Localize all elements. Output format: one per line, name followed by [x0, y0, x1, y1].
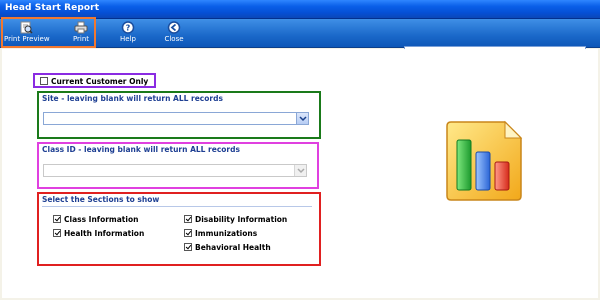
immunizations-checkbox[interactable]: Immunizations: [184, 229, 257, 238]
site-group: Site - leaving blank will return ALL rec…: [37, 91, 321, 139]
help-label: Help: [120, 35, 136, 43]
class-id-group-title: Class ID - leaving blank will return ALL…: [42, 145, 240, 154]
behavioral-health-label: Behavioral Health: [195, 243, 271, 252]
health-information-box[interactable]: [53, 229, 61, 237]
close-button[interactable]: Close: [158, 21, 190, 47]
disability-information-checkbox[interactable]: Disability Information: [184, 215, 287, 224]
help-icon: ?: [112, 21, 144, 34]
class-id-dropdown[interactable]: [43, 164, 307, 177]
svg-text:?: ?: [126, 24, 131, 33]
sections-divider: [42, 206, 312, 207]
site-dropdown[interactable]: [43, 112, 309, 125]
help-button[interactable]: ? Help: [112, 21, 144, 47]
disability-information-box[interactable]: [184, 215, 192, 223]
report-chart-icon: [441, 120, 525, 202]
close-label: Close: [164, 35, 184, 43]
behavioral-health-box[interactable]: [184, 243, 192, 251]
class-information-box[interactable]: [53, 215, 61, 223]
class-information-label: Class Information: [64, 215, 139, 224]
disability-information-label: Disability Information: [195, 215, 288, 224]
class-information-checkbox[interactable]: Class Information: [53, 215, 138, 224]
toolbar-highlight-frame: [1, 17, 96, 48]
sections-group: Select the Sections to show Class Inform…: [37, 192, 321, 266]
behavioral-health-checkbox[interactable]: Behavioral Health: [184, 243, 271, 252]
immunizations-label: Immunizations: [195, 229, 258, 238]
health-information-label: Health Information: [64, 229, 145, 238]
current-customer-only-checkbox[interactable]: Current Customer Only: [40, 77, 148, 86]
health-information-checkbox[interactable]: Health Information: [53, 229, 144, 238]
current-customer-frame: Current Customer Only: [33, 73, 156, 88]
site-group-title: Site - leaving blank will return ALL rec…: [42, 94, 223, 103]
chevron-down-icon[interactable]: [296, 113, 308, 124]
window-title: Head Start Report: [5, 3, 100, 13]
immunizations-box[interactable]: [184, 229, 192, 237]
chevron-down-icon[interactable]: [294, 165, 306, 176]
current-customer-only-label: Current Customer Only: [51, 77, 149, 86]
sections-group-title: Select the Sections to show: [42, 195, 160, 204]
class-id-group: Class ID - leaving blank will return ALL…: [37, 142, 319, 189]
current-customer-only-box[interactable]: [40, 77, 48, 85]
close-icon: [158, 21, 190, 34]
